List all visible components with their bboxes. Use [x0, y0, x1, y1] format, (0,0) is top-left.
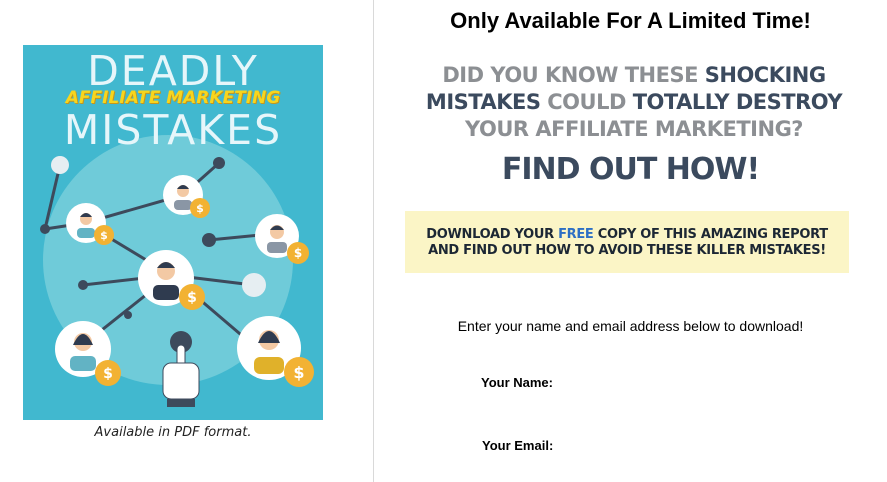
svg-text:$: $	[100, 229, 108, 242]
headline: DID YOU KNOW THESE SHOCKING MISTAKES COU…	[394, 62, 874, 143]
callout-text: COPY OF THIS AMAZING REPORT	[593, 227, 828, 242]
dollar-coin-icon: $	[94, 225, 114, 245]
cover-title-line2: AFFILIATE MARKETING	[65, 88, 281, 108]
dollar-coin-icon: $	[190, 198, 210, 218]
cover-title-line3: MISTAKES	[63, 106, 283, 154]
left-column: $ $ $ $ $ $ DEADLY AFFILIATE MARKETING M…	[0, 0, 373, 482]
ebook-cover: $ $ $ $ $ $ DEADLY AFFILIATE MARKETING M…	[23, 45, 323, 420]
headline-part: COULD	[540, 90, 633, 114]
cover-title-line1: DEADLY	[87, 47, 259, 95]
headline-highlight: SHOCKING	[704, 63, 826, 87]
headline-part: YOUR AFFILIATE MARKETING?	[465, 117, 803, 141]
limited-time-heading: Only Available For A Limited Time!	[450, 8, 811, 33]
dollar-coin-icon: $	[287, 242, 309, 264]
callout-free: FREE	[558, 227, 594, 242]
email-field-label: Your Email:	[482, 438, 554, 453]
svg-text:$: $	[196, 202, 204, 215]
format-caption: Available in PDF format.	[94, 425, 252, 440]
svg-text:$: $	[103, 366, 113, 382]
svg-text:$: $	[294, 246, 302, 260]
dollar-coin-icon: $	[95, 360, 121, 386]
find-out-heading: FIND OUT HOW!	[501, 152, 760, 187]
headline-part: DID YOU KNOW THESE	[442, 63, 705, 87]
name-field-label: Your Name:	[481, 375, 553, 390]
headline-highlight: MISTAKES	[425, 90, 541, 114]
right-column: Only Available For A Limited Time! DID Y…	[374, 0, 887, 482]
callout-text: DOWNLOAD YOUR	[426, 227, 559, 242]
svg-text:$: $	[187, 290, 197, 306]
dollar-coin-icon: $	[179, 284, 205, 310]
svg-text:$: $	[293, 363, 304, 382]
callout-text: AND FIND OUT HOW TO AVOID THESE KILLER M…	[428, 243, 826, 258]
dollar-coin-icon: $	[284, 357, 314, 387]
instructions-text: Enter your name and email address below …	[457, 318, 804, 334]
headline-highlight: TOTALLY DESTROY	[632, 90, 843, 114]
download-callout: DOWNLOAD YOUR FREE COPY OF THIS AMAZING …	[405, 211, 849, 273]
